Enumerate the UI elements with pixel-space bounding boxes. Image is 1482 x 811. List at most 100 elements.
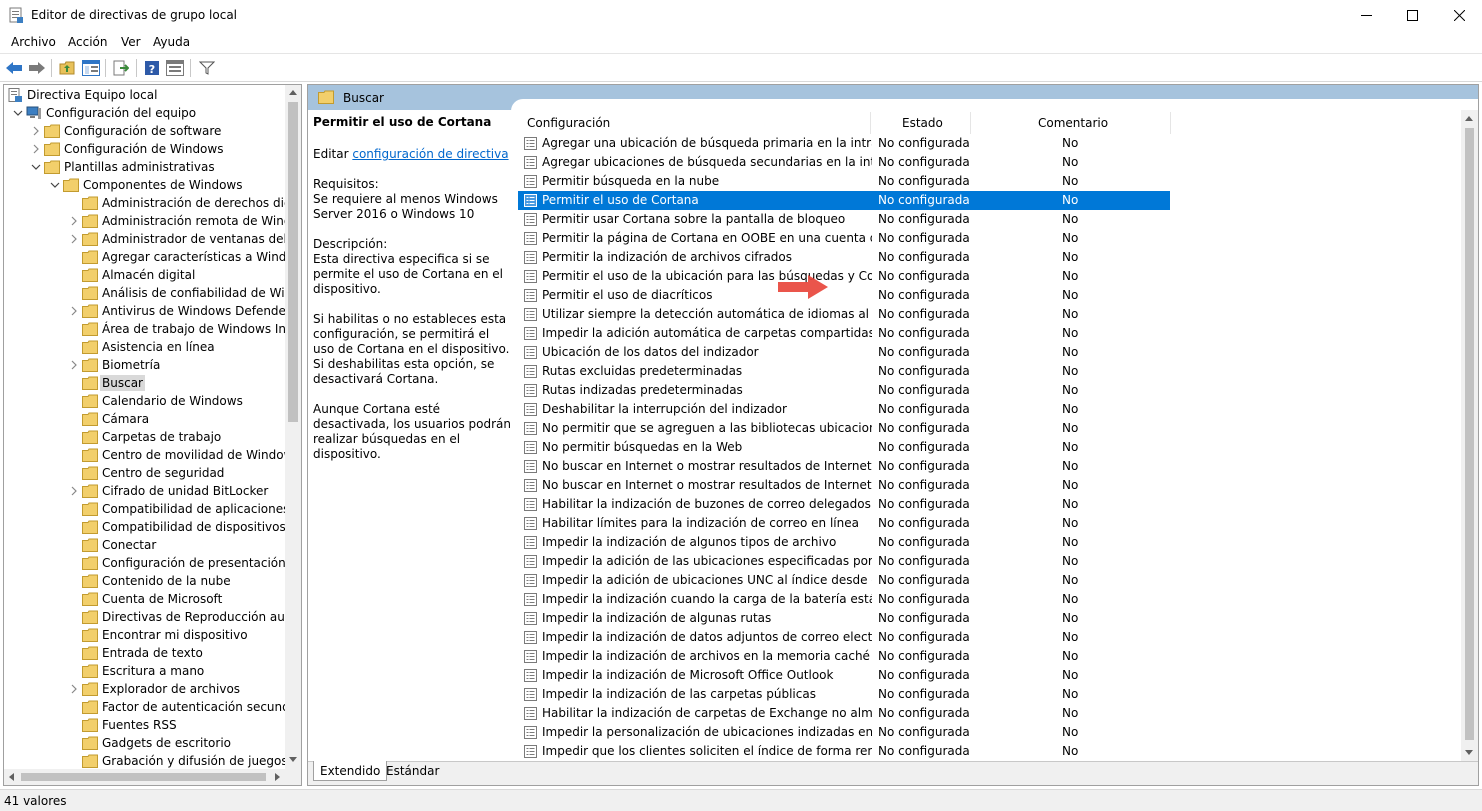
up-folder-button[interactable] bbox=[57, 58, 77, 78]
chevron-right-icon[interactable] bbox=[68, 305, 80, 317]
table-row[interactable]: Impedir la personalización de ubicacione… bbox=[518, 723, 1170, 742]
export-list-button[interactable] bbox=[111, 58, 131, 78]
tree-item[interactable]: Encontrar mi dispositivo bbox=[4, 626, 286, 644]
table-row[interactable]: Rutas excluidas predeterminadas No config… bbox=[518, 362, 1170, 381]
tree-horizontal-scrollbar[interactable] bbox=[4, 769, 286, 785]
tree-item[interactable]: Carpetas de trabajo bbox=[4, 428, 286, 446]
table-row[interactable]: Agregar ubicaciones de búsqueda secundar… bbox=[518, 153, 1170, 172]
table-row[interactable]: Permitir el uso de Cortana No configurada… bbox=[518, 191, 1170, 210]
table-row[interactable]: Habilitar límites para la indización de … bbox=[518, 514, 1170, 533]
tree-item[interactable]: Fuentes RSS bbox=[4, 716, 286, 734]
table-row[interactable]: Ubicación de los datos del indizador No c… bbox=[518, 343, 1170, 362]
tree-item[interactable]: Gadgets de escritorio bbox=[4, 734, 286, 752]
table-row[interactable]: Impedir la indización de algunos tipos d… bbox=[518, 533, 1170, 552]
tree-item[interactable]: Calendario de Windows bbox=[4, 392, 286, 410]
tree-item[interactable]: Configuración de Windows bbox=[4, 140, 286, 158]
tree-horizontal-scroll-thumb[interactable] bbox=[21, 773, 266, 781]
table-row[interactable]: Impedir la adición automática de carpeta… bbox=[518, 324, 1170, 343]
chevron-right-icon[interactable] bbox=[68, 683, 80, 695]
tree-item[interactable]: Configuración del equipo bbox=[4, 104, 286, 122]
show-tree-button[interactable] bbox=[81, 58, 101, 78]
table-row[interactable]: Agregar una ubicación de búsqueda primar… bbox=[518, 134, 1170, 153]
tree-item[interactable]: Cámara bbox=[4, 410, 286, 428]
chevron-right-icon[interactable] bbox=[68, 233, 80, 245]
menu-ver[interactable]: Ver bbox=[121, 35, 141, 49]
help-button[interactable]: ? bbox=[142, 58, 162, 78]
table-row[interactable]: Impedir la indización de algunas rutas No… bbox=[518, 609, 1170, 628]
tree-item[interactable]: Administración de derechos digita bbox=[4, 194, 286, 212]
maximize-button[interactable] bbox=[1389, 0, 1435, 31]
table-row[interactable]: Utilizar siempre la detección automática… bbox=[518, 305, 1170, 324]
tree-item[interactable]: Administración remota de Window bbox=[4, 212, 286, 230]
tree-item[interactable]: Compatibilidad de aplicaciones bbox=[4, 500, 286, 518]
table-row[interactable]: Impedir la indización de datos adjuntos … bbox=[518, 628, 1170, 647]
tree-item[interactable]: Escritura a mano bbox=[4, 662, 286, 680]
tree-item[interactable]: Directiva Equipo local bbox=[4, 86, 286, 104]
table-row[interactable]: Impedir la indización de archivos en la … bbox=[518, 647, 1170, 666]
tree-item[interactable]: Conectar bbox=[4, 536, 286, 554]
chevron-right-icon[interactable] bbox=[68, 485, 80, 497]
tree-item[interactable]: Componentes de Windows bbox=[4, 176, 286, 194]
table-row[interactable]: Impedir la indización cuando la carga de… bbox=[518, 590, 1170, 609]
edit-policy-link[interactable]: configuración de directiva bbox=[352, 147, 508, 161]
tree-item[interactable]: Contenido de la nube bbox=[4, 572, 286, 590]
forward-button[interactable] bbox=[27, 58, 47, 78]
tree-item[interactable]: Agregar características a Windows bbox=[4, 248, 286, 266]
tree-pane[interactable]: Directiva Equipo local Configuración del … bbox=[3, 84, 302, 786]
tree-item[interactable]: Directivas de Reproducción autom bbox=[4, 608, 286, 626]
tree-item[interactable]: Grabación y difusión de juegos de bbox=[4, 752, 286, 769]
chevron-down-icon[interactable] bbox=[30, 161, 42, 173]
chevron-right-icon[interactable] bbox=[68, 215, 80, 227]
table-row[interactable]: Habilitar la indización de carpetas de E… bbox=[518, 704, 1170, 723]
chevron-right-icon[interactable] bbox=[30, 125, 42, 137]
chevron-down-icon[interactable] bbox=[12, 107, 24, 119]
minimize-button[interactable] bbox=[1343, 0, 1389, 31]
table-row[interactable]: Impedir la adición de las ubicaciones es… bbox=[518, 552, 1170, 571]
properties-button[interactable] bbox=[165, 58, 185, 78]
chevron-right-icon[interactable] bbox=[30, 143, 42, 155]
back-button[interactable] bbox=[4, 58, 24, 78]
tree-item[interactable]: Análisis de confiabilidad de Windo bbox=[4, 284, 286, 302]
table-row[interactable]: Impedir que los clientes soliciten el ín… bbox=[518, 742, 1170, 761]
tree-item[interactable]: Compatibilidad de dispositivos y c bbox=[4, 518, 286, 536]
table-row[interactable]: No permitir que se agreguen a las biblio… bbox=[518, 419, 1170, 438]
tree-item[interactable]: Configuración de software bbox=[4, 122, 286, 140]
list-vertical-scrollbar[interactable] bbox=[1461, 110, 1478, 762]
tree-item[interactable]: Asistencia en línea bbox=[4, 338, 286, 356]
tree-item[interactable]: Centro de seguridad bbox=[4, 464, 286, 482]
table-row[interactable]: Rutas indizadas predeterminadas No config… bbox=[518, 381, 1170, 400]
table-row[interactable]: No buscar en Internet o mostrar resultad… bbox=[518, 457, 1170, 476]
settings-list[interactable]: Agregar una ubicación de búsqueda primar… bbox=[518, 134, 1460, 762]
table-row[interactable]: Permitir la página de Cortana en OOBE en… bbox=[518, 229, 1170, 248]
chevron-down-icon[interactable] bbox=[49, 179, 61, 191]
table-row[interactable]: Impedir la adición de ubicaciones UNC al… bbox=[518, 571, 1170, 590]
table-row[interactable]: No buscar en Internet o mostrar resultad… bbox=[518, 476, 1170, 495]
tree-item[interactable]: Biometría bbox=[4, 356, 286, 374]
tree-item[interactable]: Factor de autenticación secundari bbox=[4, 698, 286, 716]
tree-item[interactable]: Configuración de presentación bbox=[4, 554, 286, 572]
column-header-configuracion[interactable]: Configuración bbox=[527, 116, 610, 130]
tab-estandar[interactable]: Estándar bbox=[380, 761, 445, 781]
table-row[interactable]: Permitir búsqueda en la nube No configura… bbox=[518, 172, 1170, 191]
table-row[interactable]: No permitir búsquedas en la Web No config… bbox=[518, 438, 1170, 457]
table-row[interactable]: Habilitar la indización de buzones de co… bbox=[518, 495, 1170, 514]
tree-view[interactable]: Directiva Equipo local Configuración del … bbox=[4, 85, 286, 769]
column-header-estado[interactable]: Estado bbox=[902, 116, 943, 130]
menu-accion[interactable]: Acción bbox=[68, 35, 107, 49]
tree-item[interactable]: Cifrado de unidad BitLocker bbox=[4, 482, 286, 500]
list-vertical-scroll-thumb[interactable] bbox=[1465, 128, 1474, 740]
tree-item[interactable]: Explorador de archivos bbox=[4, 680, 286, 698]
tree-item[interactable]: Antivirus de Windows Defender bbox=[4, 302, 286, 320]
chevron-right-icon[interactable] bbox=[68, 359, 80, 371]
tree-item[interactable]: Administrador de ventanas del esc bbox=[4, 230, 286, 248]
tab-extendido[interactable]: Extendido bbox=[313, 761, 388, 781]
tree-item[interactable]: Cuenta de Microsoft bbox=[4, 590, 286, 608]
column-header-comentario[interactable]: Comentario bbox=[1038, 116, 1108, 130]
tree-item[interactable]: Entrada de texto bbox=[4, 644, 286, 662]
tree-item[interactable]: Centro de movilidad de Windows bbox=[4, 446, 286, 464]
table-row[interactable]: Permitir el uso de diacríticos No configu… bbox=[518, 286, 1170, 305]
menu-archivo[interactable]: Archivo bbox=[11, 35, 56, 49]
tree-item[interactable]: Buscar bbox=[4, 374, 286, 392]
menu-ayuda[interactable]: Ayuda bbox=[153, 35, 190, 49]
tree-vertical-scrollbar[interactable] bbox=[285, 85, 301, 769]
